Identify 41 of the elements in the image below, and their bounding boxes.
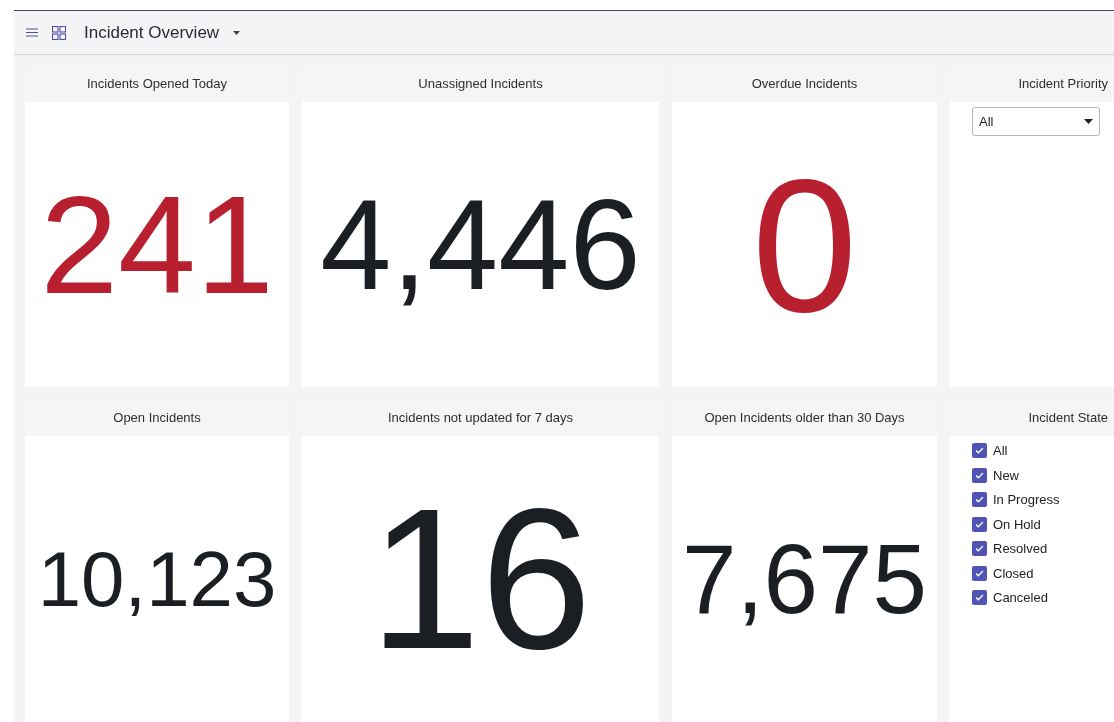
checkbox[interactable] [972, 541, 987, 557]
check-icon [975, 447, 984, 455]
dashboard-title: Incident Overview [84, 21, 220, 44]
tile-title: Incidents not updated for 7 days [302, 400, 659, 436]
metric-value: 241 [40, 174, 274, 315]
caret-icon [1084, 119, 1093, 124]
check-icon [975, 496, 984, 504]
check-icon [975, 471, 984, 479]
checkbox-label: In Progress [993, 491, 1060, 509]
checkbox-label: Canceled [993, 589, 1048, 607]
caret-icon[interactable] [233, 30, 241, 35]
check-icon [975, 520, 984, 528]
metric-value: 10,123 [37, 540, 277, 618]
checkbox-label: All [993, 442, 1008, 460]
check-icon [975, 545, 984, 553]
check-icon [975, 594, 984, 602]
checkbox-label: On Hold [993, 515, 1041, 534]
filter-title: Incident State [950, 400, 1114, 436]
tile-title: Unassigned Incidents [302, 66, 659, 102]
tile-title: Open Incidents older than 30 Days [672, 400, 937, 436]
checkbox-label: New [993, 466, 1019, 485]
check-icon [975, 569, 984, 577]
menu-icon[interactable] [26, 28, 38, 37]
checkbox-label: Resolved [993, 540, 1048, 558]
filter-title: Incident Priority [950, 66, 1114, 102]
metric-value: 4,446 [320, 180, 641, 309]
grid-icon[interactable] [52, 25, 66, 40]
checkbox[interactable] [972, 516, 987, 532]
checkbox[interactable] [972, 443, 987, 459]
metric-value: 16 [369, 479, 592, 679]
metric-value: 7,675 [681, 530, 928, 628]
checkbox[interactable] [972, 467, 987, 483]
checkbox-label: Closed [993, 564, 1034, 583]
checkbox[interactable] [972, 565, 987, 581]
checkbox[interactable] [972, 590, 987, 606]
checkbox[interactable] [972, 492, 987, 508]
metric-value: 0 [751, 149, 858, 340]
tile-title: Incidents Opened Today [25, 66, 289, 102]
priority-dropdown[interactable]: All [972, 107, 1100, 136]
tile-title: Overdue Incidents [672, 66, 937, 102]
tile-title: Open Incidents [25, 400, 289, 436]
